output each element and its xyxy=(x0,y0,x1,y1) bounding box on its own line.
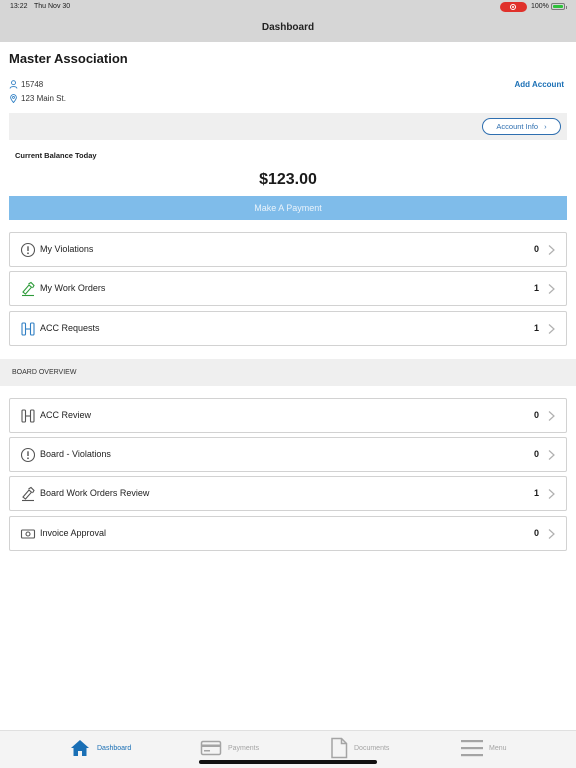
balance-amount: $123.00 xyxy=(259,171,317,188)
account-id-line: 15748 xyxy=(9,80,43,89)
account-info-strip: Account Info › xyxy=(9,113,567,140)
make-payment-button[interactable]: Make A Payment xyxy=(9,196,567,220)
battery-icon xyxy=(551,3,567,10)
row-count: 1 xyxy=(533,283,539,293)
acc-icon xyxy=(21,409,35,423)
account-info-button[interactable]: Account Info › xyxy=(482,118,561,135)
chevron-right-icon xyxy=(548,529,555,539)
board-violations-row[interactable]: Board - Violations 0 xyxy=(9,437,567,472)
chevron-right-icon xyxy=(548,489,555,499)
alert-icon xyxy=(20,242,36,258)
board-work-orders-row[interactable]: Board Work Orders Review 1 xyxy=(9,476,567,511)
document-icon xyxy=(331,737,348,759)
battery-percent: 100% xyxy=(531,3,549,10)
chevron-right-icon xyxy=(548,450,555,460)
navigation-bar: Dashboard xyxy=(0,14,576,42)
row-label: Invoice Approval xyxy=(40,528,107,538)
acc-requests-row[interactable]: ACC Requests 1 xyxy=(9,311,567,346)
status-time: 13:22 xyxy=(10,3,28,10)
money-icon xyxy=(20,529,36,539)
tab-label: Documents xyxy=(354,744,390,752)
row-count: 1 xyxy=(533,488,539,498)
row-count: 0 xyxy=(533,449,539,459)
row-label: ACC Requests xyxy=(40,323,100,333)
account-address: 123 Main St. xyxy=(21,94,66,103)
chevron-right-icon xyxy=(548,284,555,294)
acc-review-row[interactable]: ACC Review 0 xyxy=(9,398,567,433)
balance-label: Current Balance Today xyxy=(15,151,97,160)
chevron-right-icon xyxy=(548,324,555,334)
acc-icon xyxy=(21,322,35,336)
menu-icon xyxy=(461,740,483,757)
row-label: ACC Review xyxy=(40,410,92,420)
status-date: Thu Nov 30 xyxy=(34,3,71,10)
row-label: My Work Orders xyxy=(40,283,106,293)
address-line: 123 Main St. xyxy=(9,94,66,103)
tab-documents[interactable]: Documents xyxy=(330,736,389,760)
hammer-icon xyxy=(22,281,35,297)
row-count: 1 xyxy=(533,323,539,333)
tab-payments[interactable]: Payments xyxy=(200,736,259,760)
chevron-right-icon xyxy=(548,411,555,421)
chevron-right-icon xyxy=(548,245,555,255)
row-count: 0 xyxy=(533,244,539,254)
hammer-icon xyxy=(22,486,35,502)
tab-label: Payments xyxy=(228,744,260,752)
chevron-right-icon: › xyxy=(544,122,547,131)
board-overview-header: BOARD OVERVIEW xyxy=(0,359,576,386)
screen-recording-icon[interactable] xyxy=(500,2,527,12)
tab-dashboard[interactable]: Dashboard xyxy=(69,736,131,760)
section-heading: BOARD OVERVIEW xyxy=(12,369,77,376)
page-title: Dashboard xyxy=(261,22,315,33)
account-id: 15748 xyxy=(21,80,44,89)
row-label: Board Work Orders Review xyxy=(40,488,150,498)
tab-label: Menu xyxy=(489,744,507,752)
row-count: 0 xyxy=(533,528,539,538)
account-info-label: Account Info xyxy=(496,122,539,131)
my-violations-row[interactable]: My Violations 0 xyxy=(9,232,567,267)
tab-menu[interactable]: Menu xyxy=(461,736,507,760)
home-icon xyxy=(71,740,89,756)
row-count: 0 xyxy=(533,410,539,420)
row-label: Board - Violations xyxy=(40,449,111,459)
alert-icon xyxy=(20,447,36,463)
location-pin-icon xyxy=(10,94,17,103)
home-indicator[interactable] xyxy=(199,760,377,764)
status-bar: 13:22 Thu Nov 30 100% xyxy=(0,0,576,14)
row-label: My Violations xyxy=(40,244,94,254)
tab-label: Dashboard xyxy=(97,744,132,752)
association-name: Master Association xyxy=(9,51,128,66)
add-account-link[interactable]: Add Account xyxy=(515,80,564,89)
invoice-approval-row[interactable]: Invoice Approval 0 xyxy=(9,516,567,551)
person-icon xyxy=(9,80,18,89)
my-work-orders-row[interactable]: My Work Orders 1 xyxy=(9,271,567,306)
card-icon xyxy=(200,740,222,756)
